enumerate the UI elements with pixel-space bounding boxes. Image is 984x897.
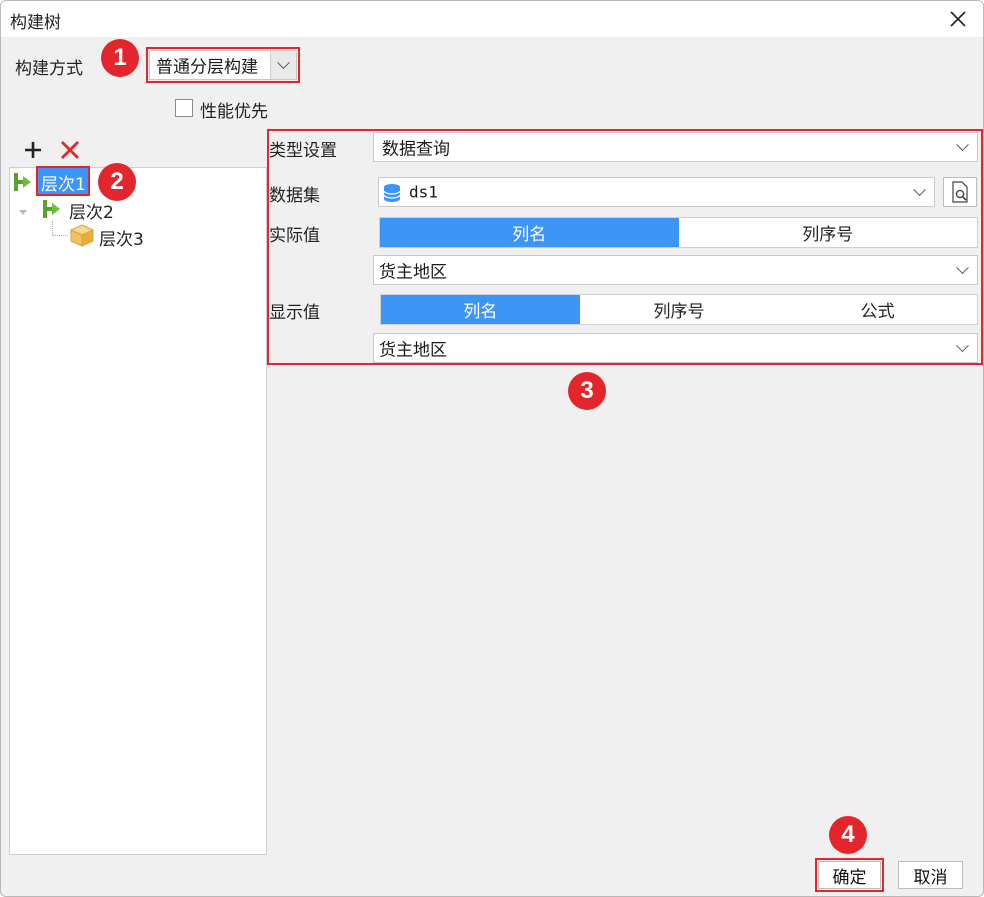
preview-icon	[952, 181, 968, 203]
dataset-label: 数据集	[269, 186, 320, 206]
display-field-value: 货主地区	[379, 340, 447, 361]
green-branch-icon	[42, 198, 62, 220]
annotation-badge-1: 1	[101, 39, 139, 77]
build-tree-dialog: 构建树 构建方式 1 普通分层构建 性能优先 层次1 2 层次2 层次3 类型设…	[0, 0, 984, 897]
chevron-down-icon	[947, 256, 977, 284]
dataset-dropdown[interactable]: ds1	[378, 177, 935, 207]
title-bar: 构建树	[1, 1, 983, 37]
display-option-formula[interactable]: 公式	[778, 295, 977, 324]
chevron-down-icon	[947, 133, 977, 161]
actual-value-label: 实际值	[269, 226, 320, 246]
performance-priority-label: 性能优先	[200, 102, 268, 122]
cancel-button[interactable]: 取消	[898, 861, 963, 889]
annotation-box-2	[36, 166, 90, 196]
delete-level-button[interactable]	[58, 138, 82, 162]
type-setting-dropdown[interactable]: 数据查询	[373, 132, 978, 162]
actual-field-value: 货主地区	[379, 262, 447, 283]
actual-option-column-name[interactable]: 列名	[380, 218, 679, 247]
database-icon	[383, 183, 401, 203]
level-tree[interactable]	[9, 167, 267, 855]
build-method-label: 构建方式	[15, 59, 83, 79]
tree-connector	[52, 235, 68, 236]
display-value-segment: 列名 列序号 公式	[380, 294, 978, 325]
actual-value-segment: 列名 列序号	[379, 217, 978, 248]
annotation-box-1	[146, 47, 300, 83]
annotation-badge-2: 2	[98, 163, 136, 201]
display-field-dropdown[interactable]: 货主地区	[373, 333, 978, 363]
annotation-badge-3: 3	[568, 372, 606, 410]
display-option-column-name[interactable]: 列名	[381, 295, 580, 324]
annotation-box-4	[815, 858, 884, 892]
add-level-button[interactable]	[21, 138, 45, 162]
actual-option-column-index[interactable]: 列序号	[679, 218, 978, 247]
preview-dataset-button[interactable]	[943, 177, 977, 207]
annotation-badge-4: 4	[829, 816, 867, 854]
chevron-down-icon	[904, 178, 934, 206]
close-icon	[950, 11, 966, 27]
type-setting-value: 数据查询	[382, 139, 450, 160]
tree-item-level-2[interactable]: 层次2	[69, 198, 114, 223]
display-value-label: 显示值	[269, 303, 320, 323]
dialog-title: 构建树	[10, 13, 61, 33]
green-branch-icon	[13, 171, 33, 193]
tree-connector	[52, 221, 53, 235]
expand-triangle-icon[interactable]	[17, 203, 29, 215]
dataset-value: ds1	[409, 182, 438, 202]
delete-x-icon	[61, 141, 79, 159]
display-option-column-index[interactable]: 列序号	[580, 295, 779, 324]
type-setting-label: 类型设置	[269, 141, 337, 161]
performance-priority-checkbox[interactable]	[175, 99, 193, 117]
plus-icon	[25, 142, 41, 158]
yellow-box-icon	[69, 223, 95, 247]
close-button[interactable]	[944, 5, 972, 33]
actual-field-dropdown[interactable]: 货主地区	[373, 255, 978, 285]
tree-item-level-3[interactable]: 层次3	[99, 225, 144, 250]
chevron-down-icon	[947, 334, 977, 362]
